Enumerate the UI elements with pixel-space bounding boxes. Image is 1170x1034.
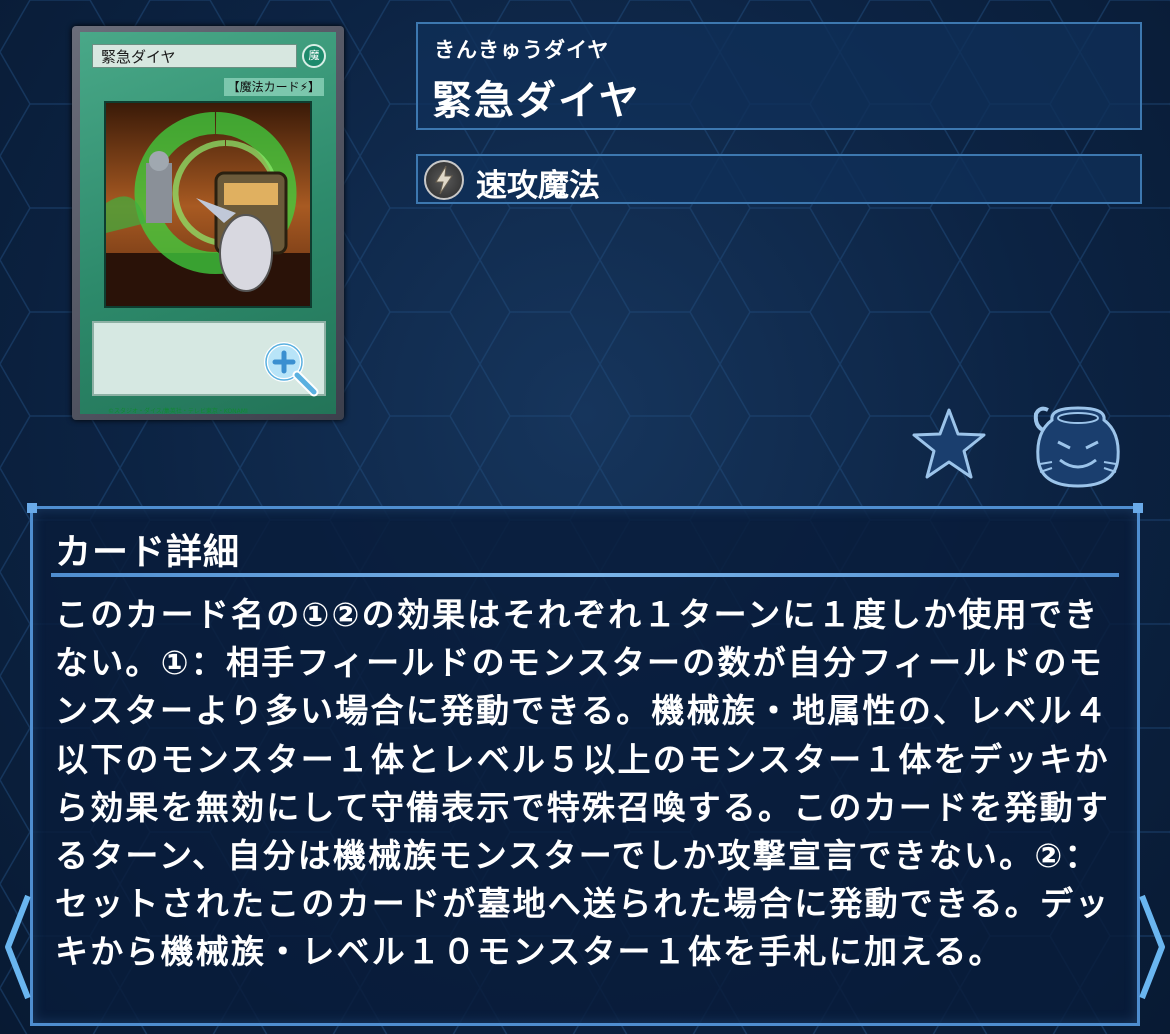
panel-corner <box>1133 503 1143 513</box>
card-artwork <box>104 101 312 308</box>
attribute-icon: 魔 <box>302 44 326 68</box>
card-type-panel: 速攻魔法 <box>416 154 1142 204</box>
card-frame: 緊急ダイヤ 魔 【魔法カード⚡】 ©スタジオ・ダイス/集英社・テレビ東京・KON… <box>80 32 336 415</box>
divider <box>51 573 1119 577</box>
quick-play-icon <box>424 160 464 200</box>
card-type-line: 【魔法カード⚡】 <box>223 78 324 96</box>
prev-arrow-icon[interactable] <box>0 892 36 1002</box>
card-effect-text: このカード名の①②の効果はそれぞれ１ターンに１度しか使用できない。①：相手フィー… <box>55 595 1111 972</box>
card-ruby: きんきゅうダイヤ <box>434 38 610 62</box>
card-image[interactable]: 緊急ダイヤ 魔 【魔法カード⚡】 ©スタジオ・ダイス/集英社・テレビ東京・KON… <box>72 26 344 420</box>
detail-heading: カード詳細 <box>55 532 241 573</box>
card-name-panel: きんきゅうダイヤ 緊急ダイヤ <box>416 22 1142 130</box>
zoom-icon[interactable] <box>260 338 320 398</box>
next-arrow-icon[interactable] <box>1134 892 1170 1002</box>
page-title: 緊急ダイヤ <box>432 78 641 124</box>
card-type-label: 速攻魔法 <box>476 168 600 204</box>
panel-corner <box>27 503 37 513</box>
card-detail-panel: カード詳細 このカード名の①②の効果はそれぞれ１ターンに１度しか使用できない。①… <box>27 503 1143 1026</box>
card-copyright: ©スタジオ・ダイス/集英社・テレビ東京・KONAMI <box>108 408 248 415</box>
card-name: 緊急ダイヤ <box>92 44 297 68</box>
star-icon[interactable] <box>910 406 988 482</box>
pot-of-greed-icon[interactable] <box>1030 402 1126 490</box>
